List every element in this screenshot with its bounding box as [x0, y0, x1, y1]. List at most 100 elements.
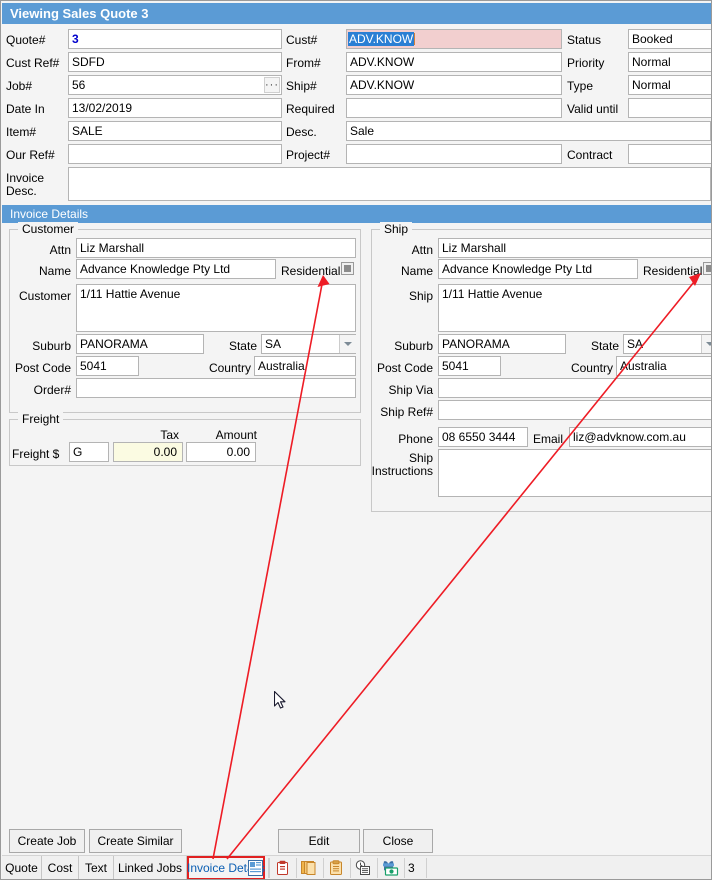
label-ship-country: Country [570, 361, 613, 375]
page-title: Viewing Sales Quote 3 [10, 6, 149, 21]
create-job-button[interactable]: Create Job [9, 829, 85, 853]
ship-residential-checkbox[interactable] [703, 262, 711, 275]
tab-linked-jobs[interactable]: Linked Jobs [114, 856, 187, 879]
customer-residential-checkbox[interactable] [341, 262, 354, 275]
customer-order-field[interactable] [76, 378, 356, 398]
type-field[interactable]: Normal [628, 75, 711, 95]
sales-quote-window: Viewing Sales Quote 3 Quote# Cust Ref# J… [0, 0, 712, 880]
label-cust-ref: Cust Ref# [6, 56, 60, 70]
customer-group-caption: Customer [18, 222, 79, 236]
job-number-field[interactable]: 56 [68, 75, 282, 95]
copy-pages-icon[interactable] [296, 857, 322, 879]
freight-group: Freight [9, 412, 361, 466]
our-ref-field[interactable] [68, 144, 282, 164]
label-customer-attn: Attn [49, 243, 71, 257]
ship-attn-field[interactable]: Liz Marshall [438, 238, 711, 258]
ship-state-field[interactable]: SA [623, 334, 711, 354]
clipboard-paste-icon[interactable] [269, 857, 295, 879]
ship-via-field[interactable] [438, 378, 711, 398]
label-customer-order: Order# [33, 383, 71, 397]
ship-state-chevron-down-icon[interactable] [701, 335, 711, 353]
date-in-field[interactable]: 13/02/2019 [68, 98, 282, 118]
label-valid-until: Valid until [567, 102, 619, 116]
invoice-details-band: Invoice Details [2, 205, 711, 223]
create-similar-button[interactable]: Create Similar [89, 829, 182, 853]
history-icon[interactable] [350, 857, 376, 879]
from-number-field[interactable]: ADV.KNOW [346, 52, 562, 72]
label-ship-attn: Attn [411, 243, 433, 257]
valid-until-field[interactable] [628, 98, 711, 118]
priority-field[interactable]: Normal [628, 52, 711, 72]
label-cust-number: Cust# [286, 33, 318, 47]
label-our-ref: Our Ref# [6, 148, 55, 162]
project-number-field[interactable] [346, 144, 562, 164]
customer-attn-field[interactable]: Liz Marshall [76, 238, 356, 258]
label-from-number: From# [286, 56, 321, 70]
customer-name-field[interactable]: Advance Knowledge Pty Ltd [76, 259, 276, 279]
ship-instructions-field[interactable] [438, 449, 711, 497]
label-ship-address: Ship [408, 289, 433, 303]
freight-tax-code-field[interactable]: G [69, 442, 109, 462]
money-gift-icon[interactable] [377, 857, 403, 879]
tab-quote[interactable]: Quote [2, 856, 42, 879]
quote-number-field[interactable]: 3 [68, 29, 282, 49]
ship-ref-field[interactable] [438, 400, 711, 420]
invoice-details-band-label: Invoice Details [10, 207, 89, 221]
status-field[interactable]: Booked [628, 29, 711, 49]
ship-number-field[interactable]: ADV.KNOW [346, 75, 562, 95]
label-ship-instructions-line1: Ship [408, 451, 433, 465]
invoice-desc-field[interactable] [68, 167, 711, 201]
label-customer-postcode: Post Code [14, 361, 71, 375]
tab-text[interactable]: Text [79, 856, 114, 879]
contract-field[interactable] [628, 144, 711, 164]
desc-field[interactable]: Sale [346, 121, 711, 141]
label-priority: Priority [567, 56, 605, 70]
label-ship-ref: Ship Ref# [380, 405, 433, 419]
ship-email-field[interactable]: liz@advknow.com.au [569, 427, 711, 447]
label-customer-name: Name [38, 264, 71, 278]
ship-country-field[interactable]: Australia [616, 356, 711, 376]
cust-ref-field[interactable]: SDFD [68, 52, 282, 72]
label-customer-country: Country [208, 361, 251, 375]
label-customer-state: State [228, 339, 257, 353]
label-job-number: Job# [6, 79, 33, 93]
bottom-tab-strip: Quote Cost Text Linked Jobs Invoice Deta… [2, 855, 711, 879]
freight-amount-field[interactable]: 0.00 [186, 442, 256, 462]
edit-button[interactable]: Edit [278, 829, 360, 853]
cust-number-selected-text: ADV.KNOW [348, 32, 415, 46]
window-title-bar: Viewing Sales Quote 3 [2, 3, 711, 24]
label-ship-state: State [590, 339, 619, 353]
label-ship-suburb: Suburb [394, 339, 433, 353]
label-project-number: Project# [286, 148, 331, 162]
ship-address-field[interactable]: 1/11 Hattie Avenue [438, 284, 711, 332]
customer-address-field[interactable]: 1/11 Hattie Avenue [76, 284, 356, 332]
ship-phone-field[interactable]: 08 6550 3444 [438, 427, 528, 447]
clipboard-icon[interactable] [323, 857, 349, 879]
ship-name-field[interactable]: Advance Knowledge Pty Ltd [438, 259, 638, 279]
label-ship-postcode: Post Code [376, 361, 433, 375]
customer-state-chevron-down-icon[interactable] [339, 335, 356, 353]
job-lookup-ellipsis-icon[interactable]: ··· [264, 77, 280, 93]
label-freight-tax-header: Tax [160, 428, 179, 442]
label-type: Type [567, 79, 594, 93]
ship-postcode-field[interactable]: 5041 [438, 356, 501, 376]
label-invoice-desc-line1: Invoice [6, 171, 45, 185]
label-ship-residential: Residential [643, 264, 703, 278]
required-field[interactable] [346, 98, 562, 118]
label-ship-number: Ship# [286, 79, 317, 93]
tab-cost[interactable]: Cost [42, 856, 79, 879]
label-ship-email: Email [533, 432, 564, 446]
customer-postcode-field[interactable]: 5041 [76, 356, 139, 376]
attachment-count: 3 [408, 861, 415, 875]
ship-suburb-field[interactable]: PANORAMA [438, 334, 566, 354]
freight-tax-field[interactable]: 0.00 [113, 442, 183, 462]
customer-country-field[interactable]: Australia [254, 356, 356, 376]
item-number-field[interactable]: SALE [68, 121, 282, 141]
label-customer-address: Customer [18, 289, 71, 303]
close-button[interactable]: Close [363, 829, 433, 853]
document-details-icon[interactable] [242, 857, 268, 879]
customer-suburb-field[interactable]: PANORAMA [76, 334, 204, 354]
text-caret [414, 33, 416, 45]
freight-group-caption: Freight [18, 412, 64, 426]
cust-number-field[interactable]: ADV.KNOW [346, 29, 562, 49]
